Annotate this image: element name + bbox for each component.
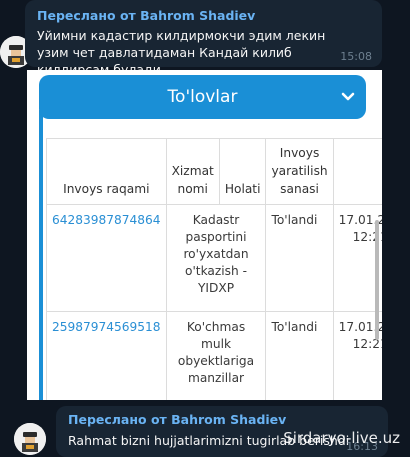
column-header: Holati — [218, 138, 267, 205]
column-header: Invoys yaratilish sanasi — [265, 138, 334, 205]
table-row[interactable]: 25987974569518 Ko'chmas mulk obyektlarig… — [46, 311, 382, 400]
service-name: Ko'chmas mulk obyektlariga manzillar — [165, 311, 267, 400]
column-header: Invoys raqami — [46, 138, 167, 205]
invoice-number[interactable]: 25987974569518 — [46, 311, 167, 400]
forwarded-message-bubble[interactable]: Переслано от Bahrom Shadiev Уйимни кадас… — [25, 0, 382, 77]
service-name: Kadastr pasportini ro'yxatdan o'tkazish … — [165, 204, 267, 312]
table-row[interactable]: 64283987874864 Kadastr pasportini ro'yxa… — [46, 204, 382, 312]
attached-screenshot[interactable]: To'lovlar Invoys raqami Xizmat nomi Hola… — [27, 70, 382, 400]
column-header — [332, 138, 382, 205]
forwarded-from-label[interactable]: Переслано от Bahrom Shadiev — [68, 412, 286, 427]
invoice-number[interactable]: 64283987874864 — [46, 204, 167, 312]
payments-title: To'lovlar — [167, 87, 238, 107]
watermark: Sirdaryo-live.uz — [283, 429, 400, 447]
frame-border — [39, 110, 43, 400]
message-time: 15:08 — [340, 50, 372, 63]
payments-header[interactable]: To'lovlar — [39, 75, 366, 119]
forwarded-from-label[interactable]: Переслано от Bahrom Shadiev — [37, 8, 255, 23]
chevron-down-icon[interactable] — [340, 89, 356, 105]
scrollbar[interactable] — [375, 220, 379, 340]
avatar-icon — [14, 423, 46, 455]
payment-status: To'landi — [265, 204, 334, 312]
column-header: Xizmat nomi — [165, 138, 220, 205]
payment-status: To'landi — [265, 311, 334, 400]
payments-table: Invoys raqami Xizmat nomi Holati Invoys … — [46, 138, 382, 400]
avatar[interactable] — [14, 423, 46, 455]
table-header-row: Invoys raqami Xizmat nomi Holati Invoys … — [46, 138, 382, 205]
